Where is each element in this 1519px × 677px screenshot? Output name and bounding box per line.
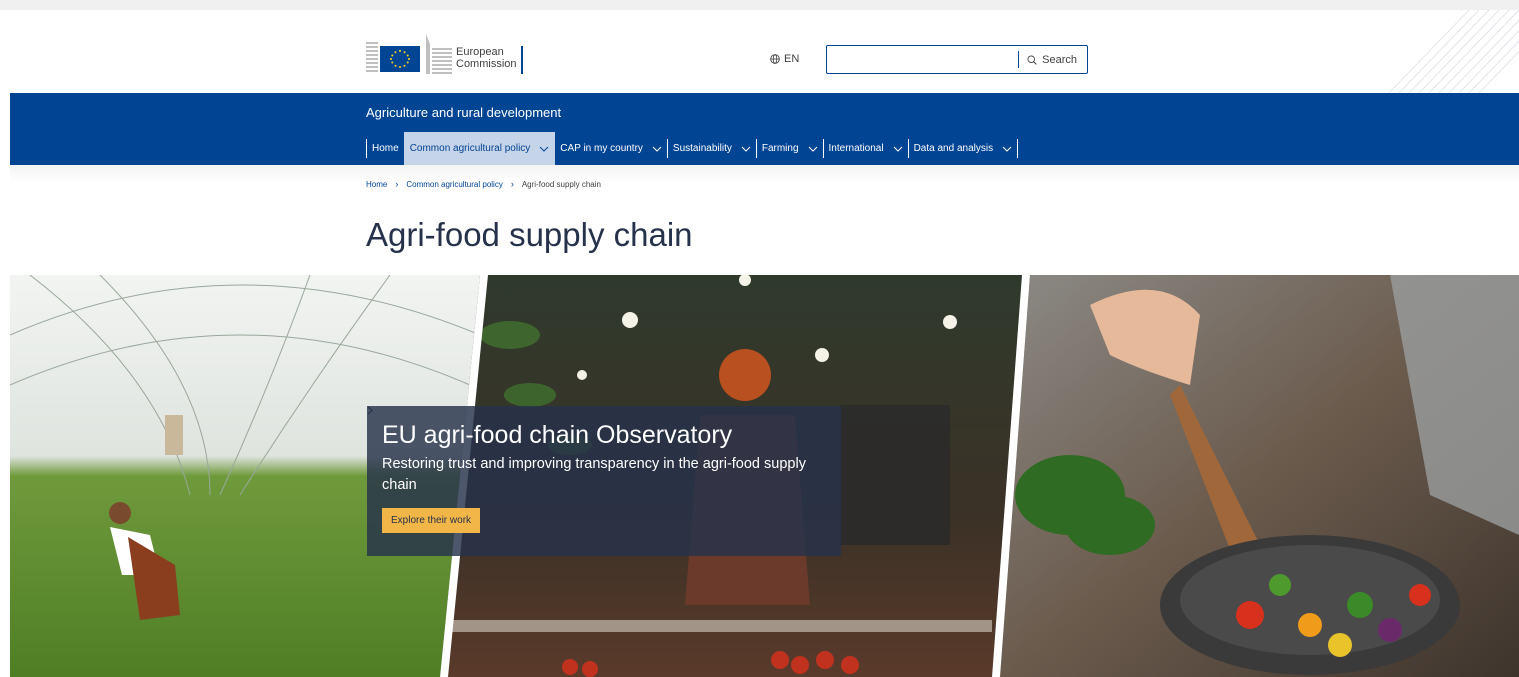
nav-item-data-and-analysis[interactable]: Data and analysis: [907, 139, 1018, 158]
logo-divider: [521, 46, 523, 74]
chevron-down-icon: [539, 146, 549, 152]
nav-item-label: Farming: [761, 143, 799, 154]
nav-item-farming[interactable]: Farming: [755, 139, 823, 158]
hero-title: EU agri-food chain Observatory: [382, 421, 733, 449]
breadcrumb-band: [10, 165, 1519, 183]
logo-line-2: Commission: [456, 58, 517, 70]
breadcrumb: Home › Common agricultural policy › Agri…: [366, 179, 601, 189]
chevron-down-icon: [1002, 146, 1012, 152]
language-selector[interactable]: EN: [770, 53, 799, 65]
nav-item-label: Data and analysis: [913, 143, 994, 154]
nav-item-label: CAP in my country: [560, 143, 643, 154]
chevron-down-icon: [741, 146, 751, 152]
explore-button-label: Explore their work: [391, 515, 472, 526]
nav-item-home[interactable]: Home: [367, 139, 404, 158]
page-title: Agri-food supply chain: [366, 216, 693, 253]
nav-item-label: Common agricultural policy: [409, 143, 531, 154]
nav-item-sustainability[interactable]: Sustainability: [666, 139, 756, 158]
hero-banner: EU agri-food chain Observatory Restoring…: [10, 275, 1519, 677]
search-form: Search: [826, 45, 1088, 74]
breadcrumb-current: Agri-food supply chain: [521, 179, 601, 189]
european-commission-logo[interactable]: European Commission: [366, 32, 536, 78]
site-name[interactable]: Agriculture and rural development: [366, 105, 561, 120]
logo-line-1: European: [456, 46, 504, 58]
hero-text-box: EU agri-food chain Observatory Restoring…: [367, 406, 841, 556]
hero-subtitle: Restoring trust and improving transparen…: [382, 456, 806, 493]
search-button-label: Search: [1042, 53, 1077, 66]
globe-icon: [770, 54, 780, 64]
main-navigation: Home Common agricultural policy CAP in m…: [366, 132, 1019, 165]
explore-their-work-button[interactable]: Explore their work: [367, 406, 481, 533]
site-bar: Agriculture and rural development Home C…: [10, 93, 1519, 165]
search-icon: [1027, 54, 1037, 65]
eu-flag: [380, 46, 420, 72]
decorative-lines: [1388, 10, 1519, 93]
chevron-down-icon: [893, 146, 903, 152]
breadcrumb-link-home[interactable]: Home: [366, 180, 387, 189]
nav-separator: [1017, 139, 1019, 158]
search-input[interactable]: [827, 46, 1019, 73]
nav-item-label: Sustainability: [672, 143, 732, 154]
chevron-right-icon: ›: [510, 179, 514, 189]
language-code: EN: [784, 53, 800, 65]
nav-item-common-agricultural-policy[interactable]: Common agricultural policy: [403, 132, 556, 165]
chevron-down-icon: [652, 146, 662, 152]
nav-item-international[interactable]: International: [822, 139, 908, 158]
commission-building-icon: [366, 34, 452, 74]
nav-item-cap-in-my-country[interactable]: CAP in my country: [555, 139, 667, 158]
nav-item-label: International: [828, 143, 884, 154]
browser-top-strip: [0, 0, 1519, 10]
chevron-right-icon: ›: [395, 179, 399, 189]
chevron-right-icon: [367, 406, 373, 415]
logo-text: European Commission: [456, 46, 517, 70]
search-button[interactable]: Search: [1019, 46, 1087, 73]
nav-item-label: Home: [372, 143, 399, 154]
site-header: European Commission EN Search: [10, 10, 1519, 93]
chevron-down-icon: [808, 146, 818, 152]
breadcrumb-link-cap[interactable]: Common agricultural policy: [406, 180, 502, 189]
